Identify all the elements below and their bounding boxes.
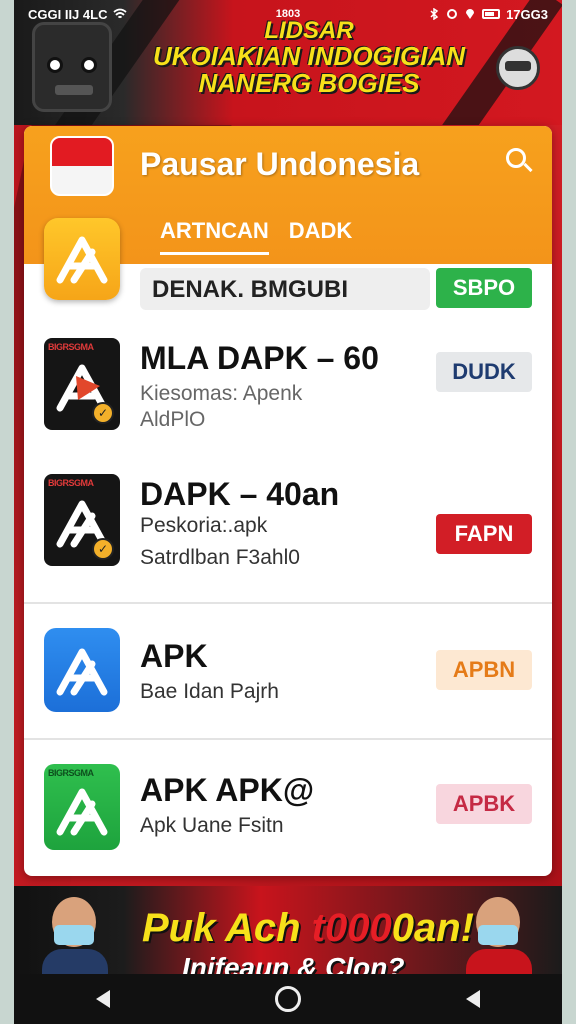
- app-title: Pausar Undonesia: [140, 146, 420, 182]
- status-left-text: CGGI IIJ 4LC: [28, 6, 108, 22]
- person-right-icon: [466, 891, 532, 981]
- search-icon[interactable]: [506, 148, 534, 176]
- helmet-icon: [496, 46, 540, 90]
- app-subtitle: Bae Idan Pajrh: [140, 680, 279, 703]
- status-bar: CGGI IIJ 4LC 1803 17GG3: [14, 0, 562, 28]
- app-icon-apk-blue: [44, 628, 120, 712]
- app-subtitle-2: AldPlO: [140, 408, 206, 431]
- location-icon: [466, 9, 475, 19]
- top-banner-line2: UKOIAKIAN INDOGIGIAN: [153, 41, 465, 72]
- app-store-card: Pausar Undonesia ARTNCAN DADK DENAK. BMG…: [24, 126, 552, 876]
- bottom-banner-line1-c: 0an!: [391, 906, 474, 950]
- install-button[interactable]: SBPO: [436, 268, 532, 308]
- apk-logo-icon: [56, 236, 108, 284]
- indonesia-flag-icon: [50, 136, 114, 196]
- app-icon-mla: BIGRSGMA ✓: [44, 338, 120, 430]
- icon-tag: BIGRSGMA: [48, 342, 94, 352]
- apk-logo-icon: [56, 648, 108, 696]
- battery-icon: [482, 9, 501, 19]
- status-right-text: 17GG3: [506, 6, 548, 22]
- verified-badge-icon: ✓: [92, 402, 114, 424]
- icon-tag: BIGRSGMA: [48, 478, 94, 488]
- list-item[interactable]: APK Bae Idan Pajrh APBN: [24, 602, 552, 738]
- home-icon[interactable]: [274, 986, 301, 1012]
- bluetooth-icon: [430, 8, 439, 20]
- status-time: 1803: [275, 8, 301, 20]
- back-icon[interactable]: [96, 990, 111, 1008]
- download-button[interactable]: DUDK: [436, 352, 532, 392]
- top-banner-title: LIDSAR UKOIAKIAN INDOGIGIAN NANERG BOGIE…: [129, 18, 489, 98]
- icon-tag: BIGRSGMA: [48, 768, 94, 778]
- navigation-bar: [14, 974, 562, 1024]
- app-subtitle: Kiesomas: Apenk: [140, 382, 303, 405]
- bottom-banner-line1: Puk Ach t0000an!: [142, 906, 474, 951]
- wifi-icon: [113, 8, 128, 19]
- app-name: DAPK – 40an: [140, 476, 340, 512]
- robot-mascot-icon: [32, 22, 112, 112]
- install-button[interactable]: APBN: [436, 650, 532, 690]
- list-item[interactable]: BIGRSGMA ✓ DAPK – 40an Peskoria:.apk Sat…: [24, 464, 552, 604]
- app-name: APK APK@: [140, 772, 315, 808]
- tab-artncan[interactable]: ARTNCAN: [160, 218, 269, 255]
- phone-screen: LIDSAR UKOIAKIAN INDOGIGIAN NANERG BOGIE…: [14, 0, 562, 1024]
- robot-mouth-icon: [55, 85, 93, 95]
- status-left: CGGI IIJ 4LC: [28, 6, 128, 22]
- tab-bar: ARTNCAN DADK: [160, 218, 352, 255]
- bottom-banner-line1-b: t000: [311, 906, 392, 950]
- app-name: APK: [140, 638, 208, 674]
- recents-back-icon[interactable]: [465, 990, 480, 1008]
- tab-dadk[interactable]: DADK: [289, 218, 353, 255]
- bottom-banner-line1-a: Puk Ach: [142, 906, 312, 950]
- person-left-icon: [42, 891, 108, 981]
- face-mask: [478, 925, 518, 945]
- verified-badge-icon: ✓: [92, 538, 114, 560]
- install-button[interactable]: APBK: [436, 784, 532, 824]
- face-mask: [54, 925, 94, 945]
- status-right: 17GG3: [428, 7, 548, 22]
- bottom-banner[interactable]: Puk Ach t0000an! Inifeaun & Clon?: [14, 886, 562, 981]
- app-subtitle: Peskoria:.apk: [140, 514, 268, 537]
- app-name-box: DENAK. BMGUBI: [140, 268, 430, 310]
- app-name: MLA DAPK – 60: [140, 340, 379, 376]
- apk-logo-icon: [56, 788, 108, 836]
- list-item[interactable]: BIGRSGMA APK APK@ Apk Uane Fsitn APBK: [24, 738, 552, 876]
- robot-eye-icon: [81, 57, 97, 73]
- app-icon-apk-green: BIGRSGMA: [44, 764, 120, 850]
- robot-eye-icon: [47, 57, 63, 73]
- app-subtitle: Apk Uane Fsitn: [140, 814, 284, 837]
- settings-icon: [447, 9, 458, 19]
- top-banner-line3: NANERG BOGIES: [198, 68, 420, 99]
- search-handle: [523, 162, 533, 173]
- featured-app-icon[interactable]: [44, 218, 120, 300]
- app-subtitle-2: Satrdlban F3ahl0: [140, 546, 300, 569]
- open-button[interactable]: FAPN: [436, 514, 532, 554]
- list-item[interactable]: BIGRSGMA ✓ MLA DAPK – 60 Kiesomas: Apenk…: [24, 326, 552, 456]
- app-icon-dapk: BIGRSGMA ✓: [44, 474, 120, 566]
